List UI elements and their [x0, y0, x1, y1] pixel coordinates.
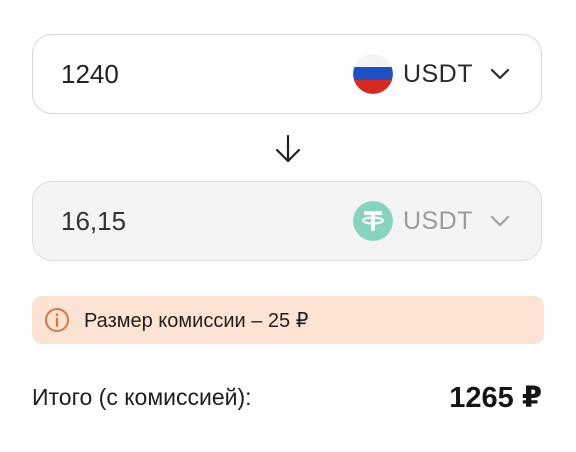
from-currency-select[interactable]: USDT: [352, 54, 511, 94]
info-icon: [45, 308, 69, 332]
fee-notice: Размер комиссии – 25 ₽: [32, 296, 544, 344]
exchange-form: 1240 USDT 16,15 USDT Размер комиссии – 2…: [0, 0, 576, 452]
total-label: Итого (с комиссией):: [32, 384, 252, 410]
from-amount-field[interactable]: 1240 USDT: [32, 34, 542, 114]
russia-flag-icon: [352, 54, 393, 94]
fee-notice-text: Размер комиссии – 25 ₽: [84, 309, 309, 332]
to-currency-select[interactable]: USDT: [352, 201, 511, 241]
total-value: 1265 ₽: [449, 382, 542, 414]
tether-icon: [352, 201, 393, 241]
to-amount-field[interactable]: 16,15 USDT: [32, 181, 542, 261]
from-currency-label: USDT: [402, 59, 473, 88]
arrow-down-icon: [275, 134, 301, 163]
to-amount-value: 16,15: [61, 205, 127, 236]
to-currency-label: USDT: [402, 206, 473, 235]
total-row: Итого (с комиссией): 1265 ₽: [32, 380, 542, 415]
chevron-down-icon: [490, 68, 510, 80]
from-amount-value[interactable]: 1240: [61, 59, 353, 90]
chevron-down-icon: [490, 215, 510, 227]
